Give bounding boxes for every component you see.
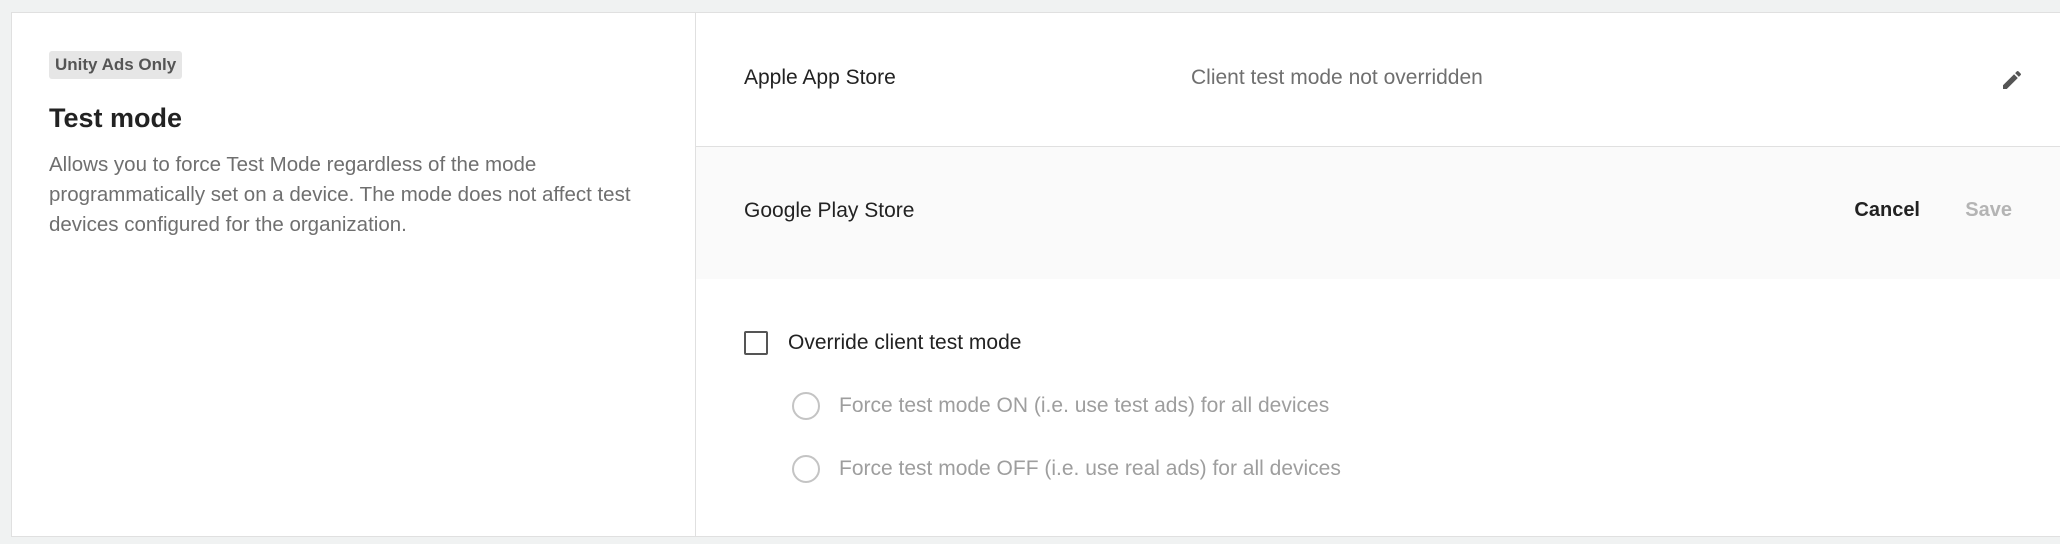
apple-store-row: Apple App Store Client test mode not ove… <box>696 13 2060 147</box>
force-off-radio-row[interactable]: Force test mode OFF (i.e. use real ads) … <box>792 455 1341 483</box>
force-off-radio[interactable] <box>792 455 820 483</box>
force-on-radio-row[interactable]: Force test mode ON (i.e. use test ads) f… <box>792 392 1329 420</box>
section-info-panel: Unity Ads Only Test mode Allows you to f… <box>12 13 696 536</box>
store-settings-panel: Apple App Store Client test mode not ove… <box>696 13 2060 536</box>
force-on-radio[interactable] <box>792 392 820 420</box>
force-off-radio-label[interactable]: Force test mode OFF (i.e. use real ads) … <box>839 457 1341 481</box>
test-mode-card: Unity Ads Only Test mode Allows you to f… <box>11 12 2060 537</box>
apple-store-name: Apple App Store <box>744 66 896 89</box>
pencil-icon[interactable] <box>2000 68 2024 92</box>
unity-ads-only-badge: Unity Ads Only <box>49 51 183 79</box>
apple-store-status: Client test mode not overridden <box>1191 66 1483 89</box>
section-title: Test mode <box>49 103 183 133</box>
override-checkbox-label[interactable]: Override client test mode <box>788 331 1021 355</box>
cancel-button[interactable]: Cancel <box>1854 199 1920 222</box>
section-description: Allows you to force Test Mode regardless… <box>49 153 631 236</box>
google-store-name: Google Play Store <box>744 199 915 222</box>
override-checkbox[interactable] <box>744 331 768 355</box>
google-store-row: Google Play Store Cancel Save <box>696 147 2060 279</box>
override-checkbox-row[interactable]: Override client test mode <box>744 331 1021 355</box>
save-button[interactable]: Save <box>1965 199 2012 222</box>
force-on-radio-label[interactable]: Force test mode ON (i.e. use test ads) f… <box>839 394 1329 418</box>
